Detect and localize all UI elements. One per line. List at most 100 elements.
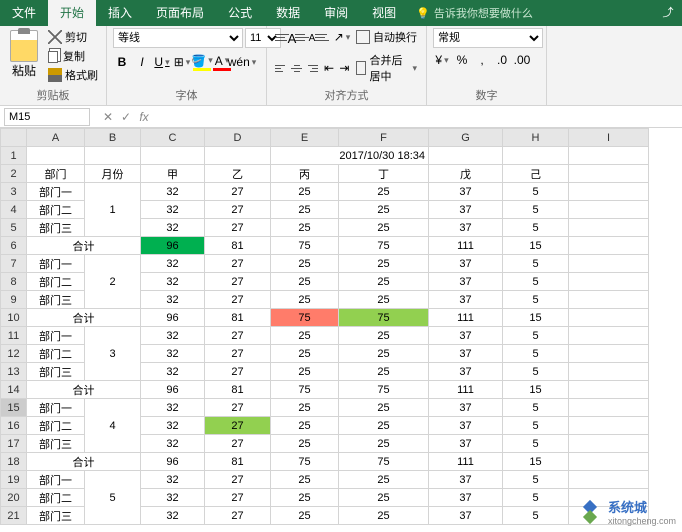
select-all-corner[interactable] <box>1 129 27 147</box>
cell[interactable]: 25 <box>271 399 339 417</box>
cell[interactable]: 甲 <box>141 165 205 183</box>
col-header-I[interactable]: I <box>569 129 649 147</box>
cell[interactable]: 部门二 <box>27 345 85 363</box>
decrease-indent-button[interactable]: ⇤ <box>322 59 335 77</box>
cell[interactable]: 111 <box>429 237 503 255</box>
row-header[interactable]: 13 <box>1 363 27 381</box>
cell[interactable]: 37 <box>429 291 503 309</box>
cell[interactable]: 合计 <box>27 381 141 399</box>
cell[interactable]: 部门三 <box>27 507 85 525</box>
cell[interactable]: 25 <box>271 201 339 219</box>
cancel-formula-icon[interactable]: ✕ <box>100 110 116 124</box>
cell[interactable]: 15 <box>503 237 569 255</box>
tab-layout[interactable]: 页面布局 <box>144 0 216 26</box>
comma-button[interactable]: , <box>473 51 491 69</box>
cell[interactable]: 37 <box>429 219 503 237</box>
cell[interactable]: 5 <box>503 507 569 525</box>
cell[interactable]: 25 <box>339 435 429 453</box>
cell[interactable]: 37 <box>429 273 503 291</box>
align-center-button[interactable] <box>289 59 303 77</box>
cell[interactable]: 25 <box>271 345 339 363</box>
cell[interactable]: 32 <box>141 471 205 489</box>
cell[interactable]: 37 <box>429 471 503 489</box>
worksheet[interactable]: A B C D E F G H I 12017/10/30 18:34 2部门月… <box>0 128 682 525</box>
cell[interactable]: 月份 <box>85 165 141 183</box>
cell[interactable]: 2 <box>85 255 141 309</box>
cell[interactable]: 部门一 <box>27 471 85 489</box>
cell[interactable]: 部门三 <box>27 363 85 381</box>
cell[interactable]: 27 <box>205 183 271 201</box>
name-box[interactable] <box>4 108 90 126</box>
orientation-button[interactable]: ↗ <box>333 28 351 46</box>
cell[interactable]: 部门 <box>27 165 85 183</box>
row-header[interactable]: 20 <box>1 489 27 507</box>
currency-button[interactable]: ¥ <box>433 51 451 69</box>
bold-button[interactable]: B <box>113 53 131 71</box>
cell[interactable]: 27 <box>205 507 271 525</box>
decrease-decimal-button[interactable]: .00 <box>513 51 531 69</box>
cell[interactable]: 部门一 <box>27 255 85 273</box>
cell[interactable]: 25 <box>271 363 339 381</box>
cell[interactable]: 25 <box>271 489 339 507</box>
cell[interactable]: 32 <box>141 417 205 435</box>
cell[interactable]: 15 <box>503 309 569 327</box>
cell[interactable]: 75 <box>271 309 339 327</box>
row-header[interactable]: 3 <box>1 183 27 201</box>
cell[interactable]: 25 <box>339 489 429 507</box>
cell[interactable]: 25 <box>339 363 429 381</box>
cell[interactable]: 27 <box>205 363 271 381</box>
cell[interactable]: 75 <box>271 381 339 399</box>
cell[interactable]: 5 <box>503 255 569 273</box>
cell[interactable]: 25 <box>339 291 429 309</box>
phonetic-button[interactable]: wén <box>233 53 251 71</box>
cell[interactable]: 5 <box>503 291 569 309</box>
row-header[interactable]: 9 <box>1 291 27 309</box>
cell[interactable]: 3 <box>85 327 141 381</box>
cell[interactable]: 96 <box>141 381 205 399</box>
col-header-D[interactable]: D <box>205 129 271 147</box>
cell[interactable]: 部门三 <box>27 219 85 237</box>
row-header[interactable]: 8 <box>1 273 27 291</box>
cell[interactable]: 部门二 <box>27 201 85 219</box>
cell[interactable]: 25 <box>271 417 339 435</box>
cell[interactable]: 25 <box>271 291 339 309</box>
cell[interactable]: 部门一 <box>27 327 85 345</box>
cell[interactable]: 25 <box>339 219 429 237</box>
cell[interactable]: 37 <box>429 255 503 273</box>
cell[interactable]: 81 <box>205 381 271 399</box>
cell[interactable]: 25 <box>339 327 429 345</box>
cell[interactable]: 32 <box>141 273 205 291</box>
cell[interactable]: 25 <box>271 435 339 453</box>
cell[interactable]: 32 <box>141 399 205 417</box>
col-header-G[interactable]: G <box>429 129 503 147</box>
cell[interactable]: 25 <box>271 255 339 273</box>
row-header[interactable]: 18 <box>1 453 27 471</box>
font-name-select[interactable]: 等线 <box>113 28 243 48</box>
cell[interactable]: 32 <box>141 435 205 453</box>
tab-data[interactable]: 数据 <box>264 0 312 26</box>
cell[interactable]: 111 <box>429 453 503 471</box>
cell[interactable]: 25 <box>339 417 429 435</box>
cell[interactable]: 37 <box>429 435 503 453</box>
fx-icon[interactable]: fx <box>136 110 152 124</box>
cell[interactable]: 5 <box>503 345 569 363</box>
cell[interactable]: 25 <box>339 201 429 219</box>
cell[interactable]: 合计 <box>27 453 141 471</box>
cell[interactable]: 75 <box>339 309 429 327</box>
cell[interactable]: 部门三 <box>27 435 85 453</box>
cell[interactable]: 32 <box>141 345 205 363</box>
wrap-text-button[interactable]: 自动换行 <box>353 28 420 46</box>
cell[interactable]: 5 <box>503 183 569 201</box>
cell[interactable]: 37 <box>429 201 503 219</box>
cell[interactable]: 5 <box>503 327 569 345</box>
cell[interactable]: 25 <box>271 183 339 201</box>
row-header[interactable]: 19 <box>1 471 27 489</box>
cell[interactable]: 27 <box>205 399 271 417</box>
cell[interactable]: 合计 <box>27 309 141 327</box>
cell[interactable]: 27 <box>205 255 271 273</box>
cell[interactable]: 96 <box>141 453 205 471</box>
cell[interactable]: 5 <box>503 471 569 489</box>
col-header-H[interactable]: H <box>503 129 569 147</box>
cell[interactable]: 75 <box>339 453 429 471</box>
percent-button[interactable]: % <box>453 51 471 69</box>
